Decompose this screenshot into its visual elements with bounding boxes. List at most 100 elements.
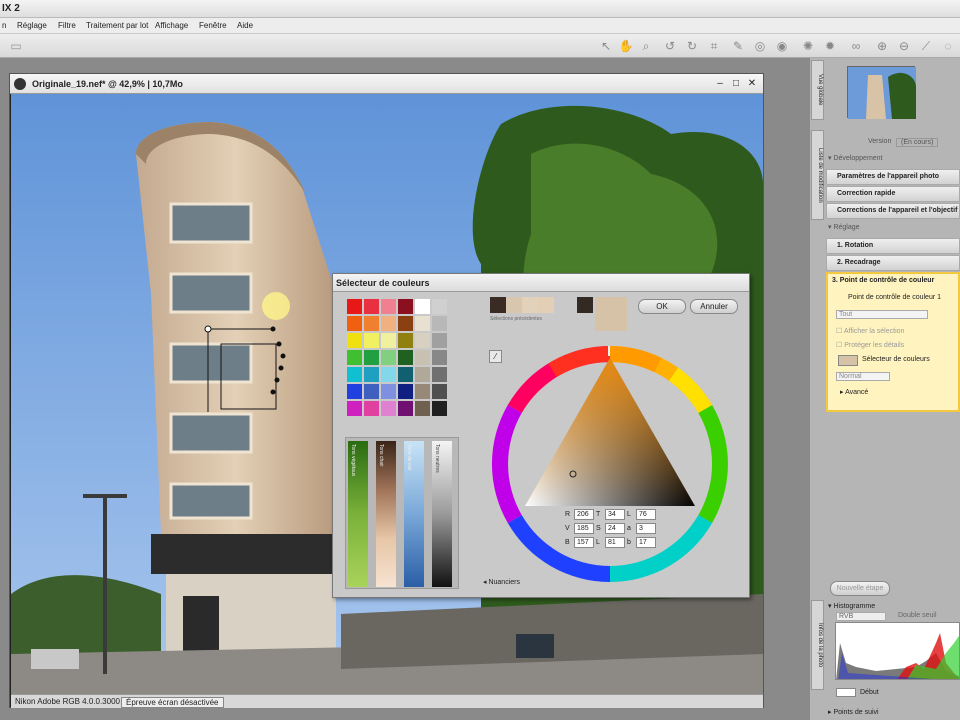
close-icon[interactable]: ✕ bbox=[745, 77, 759, 91]
skin-gradient[interactable]: Tons chair bbox=[376, 441, 396, 587]
palette-swatch[interactable] bbox=[381, 299, 396, 314]
show-selection-checkbox[interactable]: ☐ Afficher la sélection bbox=[836, 327, 904, 335]
brush-icon[interactable]: ✎ bbox=[730, 38, 746, 54]
color-point-icon[interactable]: ✺ bbox=[800, 38, 816, 54]
palette-swatch[interactable] bbox=[364, 316, 379, 331]
step-crop[interactable]: 2. Recadrage bbox=[826, 255, 960, 271]
lab-l-field[interactable]: 76 bbox=[636, 509, 656, 520]
palette-swatch[interactable] bbox=[364, 367, 379, 382]
zoom-tool-icon[interactable]: ⌕ bbox=[638, 38, 654, 54]
color-wheel[interactable] bbox=[485, 338, 745, 598]
minimize-icon[interactable]: – bbox=[713, 77, 727, 91]
green-field[interactable]: 185 bbox=[574, 523, 594, 534]
tab-overview[interactable]: Vue globale bbox=[811, 60, 824, 120]
menu-item-filter[interactable]: Filtre bbox=[58, 21, 76, 30]
palette-swatch[interactable] bbox=[347, 350, 362, 365]
palette-swatch[interactable] bbox=[364, 333, 379, 348]
menu-item-file[interactable]: n bbox=[2, 21, 6, 30]
blend-mode-dropdown[interactable]: Normal bbox=[836, 372, 890, 381]
palette-swatch[interactable] bbox=[398, 299, 413, 314]
mode-dropdown[interactable]: Tout bbox=[836, 310, 928, 319]
luminance-field[interactable]: 81 bbox=[605, 537, 625, 548]
previous-color-swatch[interactable] bbox=[577, 297, 593, 313]
palette-swatch[interactable] bbox=[347, 299, 362, 314]
palette-swatch[interactable] bbox=[415, 316, 430, 331]
color-picker-titlebar[interactable]: Sélecteur de couleurs bbox=[333, 274, 749, 292]
control-point-add-icon[interactable]: ⊕ bbox=[874, 38, 890, 54]
line-tool-icon[interactable]: ⟋ bbox=[918, 38, 934, 54]
hue-field[interactable]: 34 bbox=[605, 509, 625, 520]
version-dropdown[interactable]: (En cours) bbox=[896, 138, 939, 147]
histogram-section[interactable]: ▾ Histogramme bbox=[828, 602, 875, 610]
recent-color-swatch[interactable] bbox=[490, 297, 506, 313]
palette-swatch[interactable] bbox=[381, 316, 396, 331]
palette-swatch[interactable] bbox=[381, 333, 396, 348]
menu-item-help[interactable]: Aide bbox=[237, 21, 253, 30]
blue-field[interactable]: 157 bbox=[574, 537, 594, 548]
palette-swatch[interactable] bbox=[364, 384, 379, 399]
crop-icon[interactable]: ⌗ bbox=[706, 38, 722, 54]
palette-swatch[interactable] bbox=[415, 299, 430, 314]
new-step-button[interactable]: Nouvelle étape bbox=[830, 581, 890, 596]
retouch-icon[interactable]: ◉ bbox=[774, 38, 790, 54]
palette-swatch[interactable] bbox=[432, 401, 447, 416]
camera-settings-row[interactable]: Paramètres de l'appareil photo bbox=[826, 169, 960, 185]
black-point-icon[interactable]: ✹ bbox=[822, 38, 838, 54]
recent-color-swatch[interactable] bbox=[506, 297, 522, 313]
ccp-color-swatch[interactable] bbox=[838, 355, 858, 366]
lasso-icon[interactable]: ◌ bbox=[940, 38, 956, 54]
advanced-toggle[interactable]: ▸ Avancé bbox=[840, 388, 868, 396]
palette-swatch[interactable] bbox=[432, 367, 447, 382]
adjust-section[interactable]: ▾ Réglage bbox=[828, 223, 860, 231]
recent-color-swatch[interactable] bbox=[522, 297, 538, 313]
palette-swatch[interactable] bbox=[364, 299, 379, 314]
palette-swatch[interactable] bbox=[381, 401, 396, 416]
palette-swatch[interactable] bbox=[381, 350, 396, 365]
palette-swatch[interactable] bbox=[364, 401, 379, 416]
palette-swatch[interactable] bbox=[432, 316, 447, 331]
tab-photo-info[interactable]: Infos de la photo bbox=[811, 600, 824, 690]
maximize-icon[interactable]: □ bbox=[729, 77, 743, 91]
palette-swatch[interactable] bbox=[415, 333, 430, 348]
palette-swatch[interactable] bbox=[432, 350, 447, 365]
ok-button[interactable]: OK bbox=[638, 299, 686, 314]
menu-item-window[interactable]: Fenêtre bbox=[199, 21, 227, 30]
red-field[interactable]: 206 bbox=[574, 509, 594, 520]
image-window-titlebar[interactable]: Originale_19.nef* @ 42,9% | 10,7Mo – □ ✕ bbox=[10, 74, 763, 94]
camera-lens-corrections-row[interactable]: Corrections de l'appareil et l'objectif bbox=[826, 203, 960, 219]
softproof-dropdown[interactable]: Épreuve écran désactivée bbox=[121, 697, 224, 708]
folder-icon[interactable]: ▭ bbox=[8, 38, 24, 54]
palette-swatch[interactable] bbox=[398, 350, 413, 365]
rotate-left-icon[interactable]: ↺ bbox=[662, 38, 678, 54]
sky-gradient[interactable]: Tons de ciel bbox=[404, 441, 424, 587]
palette-swatch[interactable] bbox=[347, 333, 362, 348]
palette-swatch[interactable] bbox=[364, 350, 379, 365]
vegetation-gradient[interactable]: Tons végétaux bbox=[348, 441, 368, 587]
palette-swatch[interactable] bbox=[432, 299, 447, 314]
palette-swatch[interactable] bbox=[398, 401, 413, 416]
control-point-sub-icon[interactable]: ⊖ bbox=[896, 38, 912, 54]
threshold-toggle[interactable]: Double seuil bbox=[898, 612, 937, 619]
menu-item-batch[interactable]: Traitement par lot bbox=[86, 21, 148, 30]
palette-swatch[interactable] bbox=[347, 384, 362, 399]
palette-swatch[interactable] bbox=[347, 316, 362, 331]
palette-swatch[interactable] bbox=[398, 316, 413, 331]
quick-fix-row[interactable]: Correction rapide bbox=[826, 186, 960, 202]
palette-swatch[interactable] bbox=[415, 350, 430, 365]
step-rotation[interactable]: 1. Rotation bbox=[826, 238, 960, 254]
palette-swatch[interactable] bbox=[347, 367, 362, 382]
arrow-tool-icon[interactable]: ↖ bbox=[598, 38, 614, 54]
focus-points-section[interactable]: ▸ Points de suivi bbox=[828, 708, 879, 716]
link-icon[interactable]: ∞ bbox=[848, 38, 864, 54]
overview-thumbnail[interactable] bbox=[847, 66, 916, 119]
rotate-right-icon[interactable]: ↻ bbox=[684, 38, 700, 54]
palette-swatch[interactable] bbox=[347, 401, 362, 416]
hand-tool-icon[interactable]: ✋ bbox=[618, 38, 634, 54]
palette-swatch[interactable] bbox=[415, 401, 430, 416]
channel-dropdown[interactable]: RVB bbox=[836, 612, 886, 621]
recent-color-swatch[interactable] bbox=[538, 297, 554, 313]
straighten-icon[interactable]: ◎ bbox=[752, 38, 768, 54]
palette-swatch[interactable] bbox=[398, 384, 413, 399]
palette-swatch[interactable] bbox=[381, 384, 396, 399]
lab-a-field[interactable]: 3 bbox=[636, 523, 656, 534]
